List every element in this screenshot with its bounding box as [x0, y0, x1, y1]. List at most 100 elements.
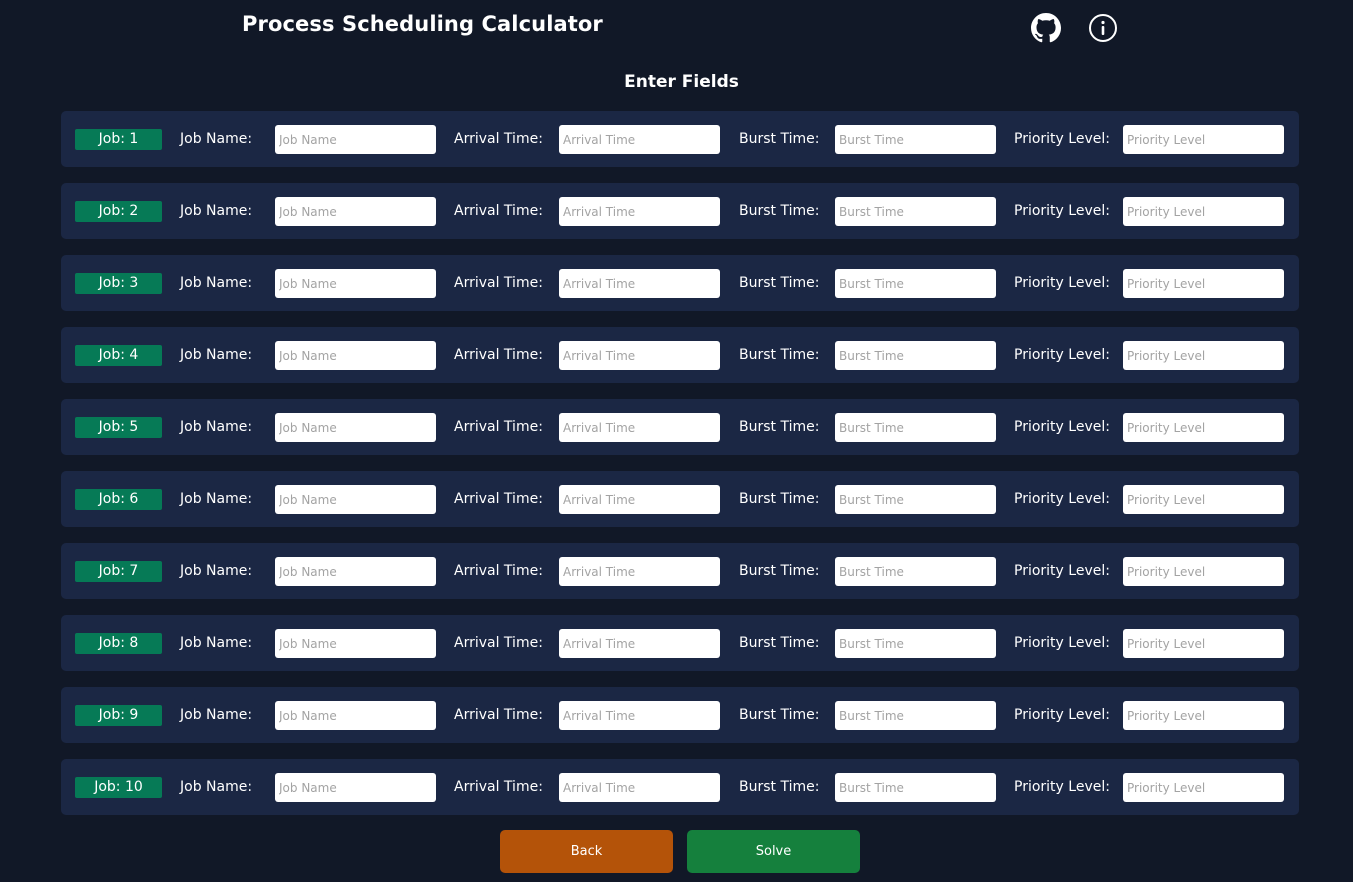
priority-level-input[interactable]: [1123, 197, 1284, 226]
arrival-time-label: Arrival Time:: [454, 275, 543, 291]
job-name-label: Job Name:: [180, 779, 253, 795]
job-name-input[interactable]: [275, 557, 436, 586]
arrival-time-input[interactable]: [559, 341, 720, 370]
section-title: Enter Fields: [624, 72, 739, 92]
burst-time-label: Burst Time:: [739, 563, 820, 579]
priority-level-input[interactable]: [1123, 485, 1284, 514]
info-button[interactable]: [1087, 12, 1119, 44]
arrival-time-input[interactable]: [559, 557, 720, 586]
job-name-input[interactable]: [275, 197, 436, 226]
info-icon: [1089, 14, 1117, 42]
priority-level-label: Priority Level:: [1014, 491, 1110, 507]
job-badge: Job: 3: [75, 273, 162, 294]
arrival-time-label: Arrival Time:: [454, 563, 543, 579]
job-name-input[interactable]: [275, 485, 436, 514]
arrival-time-input[interactable]: [559, 485, 720, 514]
arrival-time-input[interactable]: [559, 197, 720, 226]
arrival-time-label: Arrival Time:: [454, 203, 543, 219]
burst-time-label: Burst Time:: [739, 707, 820, 723]
priority-level-label: Priority Level:: [1014, 419, 1110, 435]
arrival-time-label: Arrival Time:: [454, 635, 543, 651]
job-name-label: Job Name:: [180, 491, 253, 507]
priority-level-label: Priority Level:: [1014, 275, 1110, 291]
arrival-time-label: Arrival Time:: [454, 347, 543, 363]
priority-level-label: Priority Level:: [1014, 707, 1110, 723]
github-icon: [1031, 13, 1061, 43]
burst-time-input[interactable]: [835, 341, 996, 370]
priority-level-input[interactable]: [1123, 341, 1284, 370]
arrival-time-input[interactable]: [559, 269, 720, 298]
arrival-time-input[interactable]: [559, 413, 720, 442]
burst-time-label: Burst Time:: [739, 419, 820, 435]
burst-time-label: Burst Time:: [739, 779, 820, 795]
job-row: Job: 9 Job Name: Arrival Time: Burst Tim…: [61, 687, 1299, 743]
priority-level-input[interactable]: [1123, 413, 1284, 442]
job-name-input[interactable]: [275, 701, 436, 730]
burst-time-input[interactable]: [835, 125, 996, 154]
priority-level-label: Priority Level:: [1014, 563, 1110, 579]
priority-level-label: Priority Level:: [1014, 635, 1110, 651]
arrival-time-label: Arrival Time:: [454, 707, 543, 723]
job-name-input[interactable]: [275, 629, 436, 658]
job-row: Job: 5 Job Name: Arrival Time: Burst Tim…: [61, 399, 1299, 455]
job-name-label: Job Name:: [180, 563, 253, 579]
arrival-time-label: Arrival Time:: [454, 131, 543, 147]
arrival-time-input[interactable]: [559, 629, 720, 658]
solve-button[interactable]: Solve: [687, 830, 860, 873]
job-row: Job: 2 Job Name: Arrival Time: Burst Tim…: [61, 183, 1299, 239]
job-name-label: Job Name:: [180, 419, 253, 435]
arrival-time-label: Arrival Time:: [454, 491, 543, 507]
arrival-time-label: Arrival Time:: [454, 419, 543, 435]
job-name-input[interactable]: [275, 413, 436, 442]
job-name-label: Job Name:: [180, 275, 253, 291]
priority-level-label: Priority Level:: [1014, 203, 1110, 219]
arrival-time-input[interactable]: [559, 773, 720, 802]
job-badge: Job: 2: [75, 201, 162, 222]
priority-level-input[interactable]: [1123, 269, 1284, 298]
burst-time-input[interactable]: [835, 413, 996, 442]
priority-level-input[interactable]: [1123, 701, 1284, 730]
priority-level-label: Priority Level:: [1014, 131, 1110, 147]
job-badge: Job: 4: [75, 345, 162, 366]
job-name-label: Job Name:: [180, 131, 253, 147]
arrival-time-input[interactable]: [559, 701, 720, 730]
back-button[interactable]: Back: [500, 830, 673, 873]
burst-time-input[interactable]: [835, 485, 996, 514]
app-title: Process Scheduling Calculator: [242, 12, 603, 36]
priority-level-input[interactable]: [1123, 125, 1284, 154]
github-link[interactable]: [1030, 12, 1062, 44]
job-name-input[interactable]: [275, 125, 436, 154]
job-row: Job: 8 Job Name: Arrival Time: Burst Tim…: [61, 615, 1299, 671]
burst-time-input[interactable]: [835, 629, 996, 658]
job-row: Job: 7 Job Name: Arrival Time: Burst Tim…: [61, 543, 1299, 599]
burst-time-label: Burst Time:: [739, 275, 820, 291]
job-badge: Job: 8: [75, 633, 162, 654]
burst-time-label: Burst Time:: [739, 203, 820, 219]
priority-level-input[interactable]: [1123, 557, 1284, 586]
job-name-input[interactable]: [275, 773, 436, 802]
job-badge: Job: 9: [75, 705, 162, 726]
job-row: Job: 10 Job Name: Arrival Time: Burst Ti…: [61, 759, 1299, 815]
burst-time-label: Burst Time:: [739, 131, 820, 147]
job-name-label: Job Name:: [180, 203, 253, 219]
job-name-input[interactable]: [275, 341, 436, 370]
arrival-time-label: Arrival Time:: [454, 779, 543, 795]
job-row: Job: 6 Job Name: Arrival Time: Burst Tim…: [61, 471, 1299, 527]
burst-time-input[interactable]: [835, 269, 996, 298]
job-name-input[interactable]: [275, 269, 436, 298]
burst-time-input[interactable]: [835, 701, 996, 730]
job-row: Job: 3 Job Name: Arrival Time: Burst Tim…: [61, 255, 1299, 311]
priority-level-input[interactable]: [1123, 629, 1284, 658]
arrival-time-input[interactable]: [559, 125, 720, 154]
burst-time-label: Burst Time:: [739, 491, 820, 507]
burst-time-input[interactable]: [835, 197, 996, 226]
job-name-label: Job Name:: [180, 635, 253, 651]
job-rows: Job: 1 Job Name: Arrival Time: Burst Tim…: [61, 111, 1299, 831]
burst-time-label: Burst Time:: [739, 635, 820, 651]
priority-level-input[interactable]: [1123, 773, 1284, 802]
job-badge: Job: 7: [75, 561, 162, 582]
burst-time-input[interactable]: [835, 557, 996, 586]
burst-time-input[interactable]: [835, 773, 996, 802]
burst-time-label: Burst Time:: [739, 347, 820, 363]
job-name-label: Job Name:: [180, 347, 253, 363]
